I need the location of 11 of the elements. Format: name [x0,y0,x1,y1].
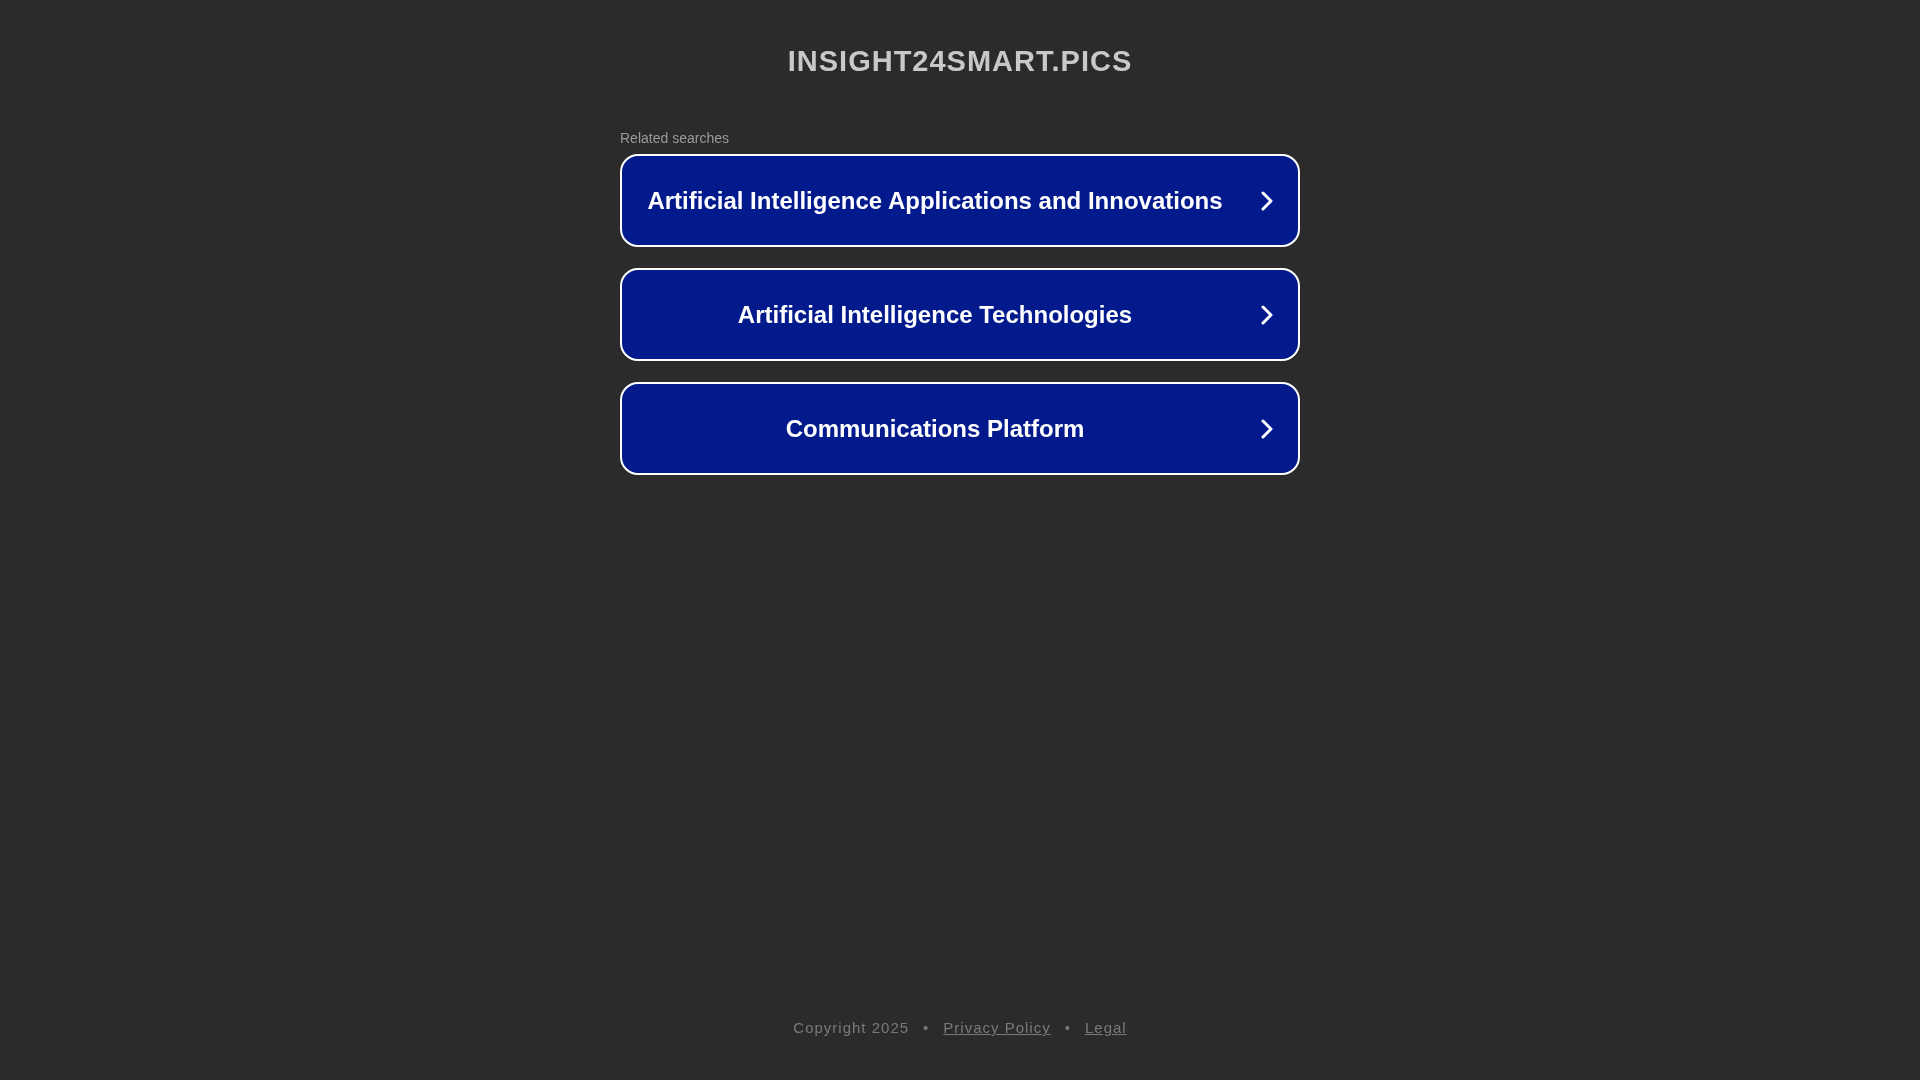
chevron-right-icon [1260,418,1274,440]
related-search-link[interactable]: Artificial Intelligence Applications and Innovations [620,154,1300,247]
separator-dot: • [1064,1019,1071,1036]
chevron-right-icon [1260,304,1274,326]
chevron-right-icon [1260,190,1274,212]
related-searches-heading: Related searches [620,130,729,146]
copyright-text: Copyright 2025 [793,1019,910,1036]
separator-dot: • [923,1019,930,1036]
related-search-link[interactable]: Communications Platform [620,382,1300,475]
site-title: INSIGHT24SMART.PICS [787,44,1133,78]
related-search-link[interactable]: Artificial Intelligence Technologies [620,268,1300,361]
